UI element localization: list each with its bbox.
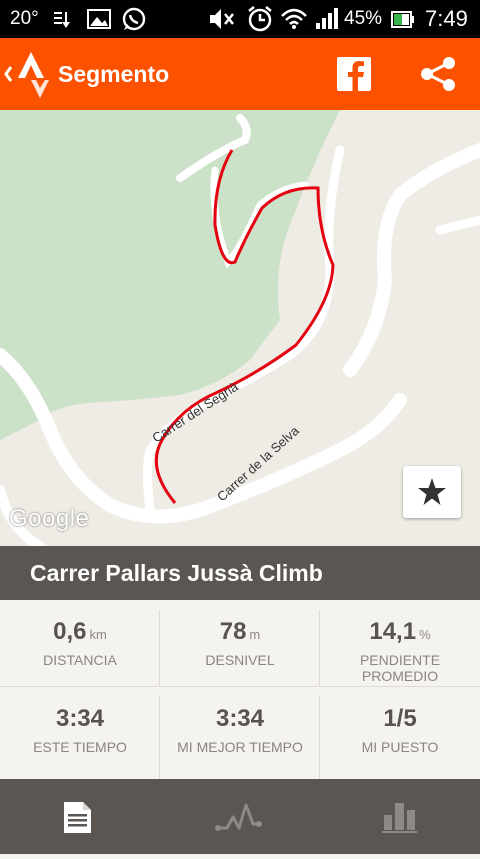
- facebook-button[interactable]: [328, 48, 380, 100]
- star-icon: [418, 478, 446, 505]
- stat-elevation: 78 m DESNIVEL: [160, 600, 320, 687]
- star-button[interactable]: [403, 466, 461, 518]
- segment-name: Carrer Pallars Jussà Climb: [30, 560, 323, 586]
- stat-value: 1/5: [383, 705, 417, 732]
- facebook-icon: [337, 57, 371, 91]
- stat-unit: m: [249, 627, 261, 642]
- strava-back-icon: [4, 52, 49, 98]
- image-icon: [86, 0, 112, 38]
- bar-chart-icon: [382, 803, 417, 833]
- segment-title-bar: Carrer Pallars Jussà Climb: [0, 546, 480, 600]
- stat-value: 78: [219, 618, 247, 645]
- divider: [0, 686, 480, 687]
- action-bar: Segmento: [0, 38, 480, 110]
- divider: [319, 696, 320, 779]
- signal-icon: [314, 0, 340, 38]
- map-view[interactable]: Carrer del Segrià Carrer de la Selva Goo…: [0, 110, 480, 546]
- stat-label: DISTANCIA: [43, 652, 117, 668]
- analysis-tab[interactable]: [160, 779, 320, 854]
- whatsapp-icon: [120, 0, 148, 38]
- stat-label: MI MEJOR TIEMPO: [177, 739, 303, 755]
- divider: [159, 696, 160, 779]
- stat-label: PENDIENTE PROMEDIO: [359, 652, 441, 684]
- bottom-tab-bar: [0, 779, 480, 854]
- wifi-icon: [280, 0, 308, 38]
- status-bar: 20° 45% 7:49: [0, 0, 480, 38]
- stats-grid: 0,6 km DISTANCIA 78 m DESNIVEL 14,1% PENDI…: [0, 600, 480, 779]
- stat-label: DESNIVEL: [205, 652, 275, 668]
- temperature: 20°: [10, 8, 39, 29]
- share-button[interactable]: [412, 48, 464, 100]
- stat-value: 0,6: [53, 618, 87, 645]
- google-attribution: Google: [9, 505, 90, 532]
- stat-value: 3:34: [55, 705, 105, 732]
- stat-unit: %: [419, 627, 431, 642]
- clock: 7:49: [425, 6, 468, 31]
- stat-value: 14,1: [369, 618, 417, 645]
- download-icon: [52, 0, 74, 38]
- battery-icon: [390, 0, 416, 38]
- stat-label: MI PUESTO: [361, 739, 439, 755]
- battery-percent: 45%: [344, 8, 383, 29]
- stat-best-time: 3:34 MI MEJOR TIEMPO: [160, 687, 320, 774]
- stat-this-time: 3:34 ESTE TIEMPO: [0, 687, 160, 774]
- page-title: Segmento: [58, 61, 170, 87]
- graph-icon: [215, 803, 262, 831]
- mute-icon: [208, 0, 236, 38]
- divider: [319, 610, 320, 686]
- details-tab[interactable]: [0, 779, 160, 854]
- stat-value: 3:34: [215, 705, 265, 732]
- stat-distance: 0,6 km DISTANCIA: [0, 600, 160, 687]
- share-icon: [421, 57, 455, 91]
- stat-unit: km: [89, 627, 107, 642]
- back-button[interactable]: [0, 38, 56, 110]
- document-icon: [64, 802, 91, 833]
- stat-grade: 14,1% PENDIENTE PROMEDIO: [320, 600, 480, 687]
- leaderboard-tab[interactable]: [320, 779, 480, 854]
- stat-label: ESTE TIEMPO: [33, 739, 127, 755]
- alarm-icon: [246, 0, 274, 38]
- divider: [159, 610, 160, 686]
- stat-rank: 1/5 MI PUESTO: [320, 687, 480, 774]
